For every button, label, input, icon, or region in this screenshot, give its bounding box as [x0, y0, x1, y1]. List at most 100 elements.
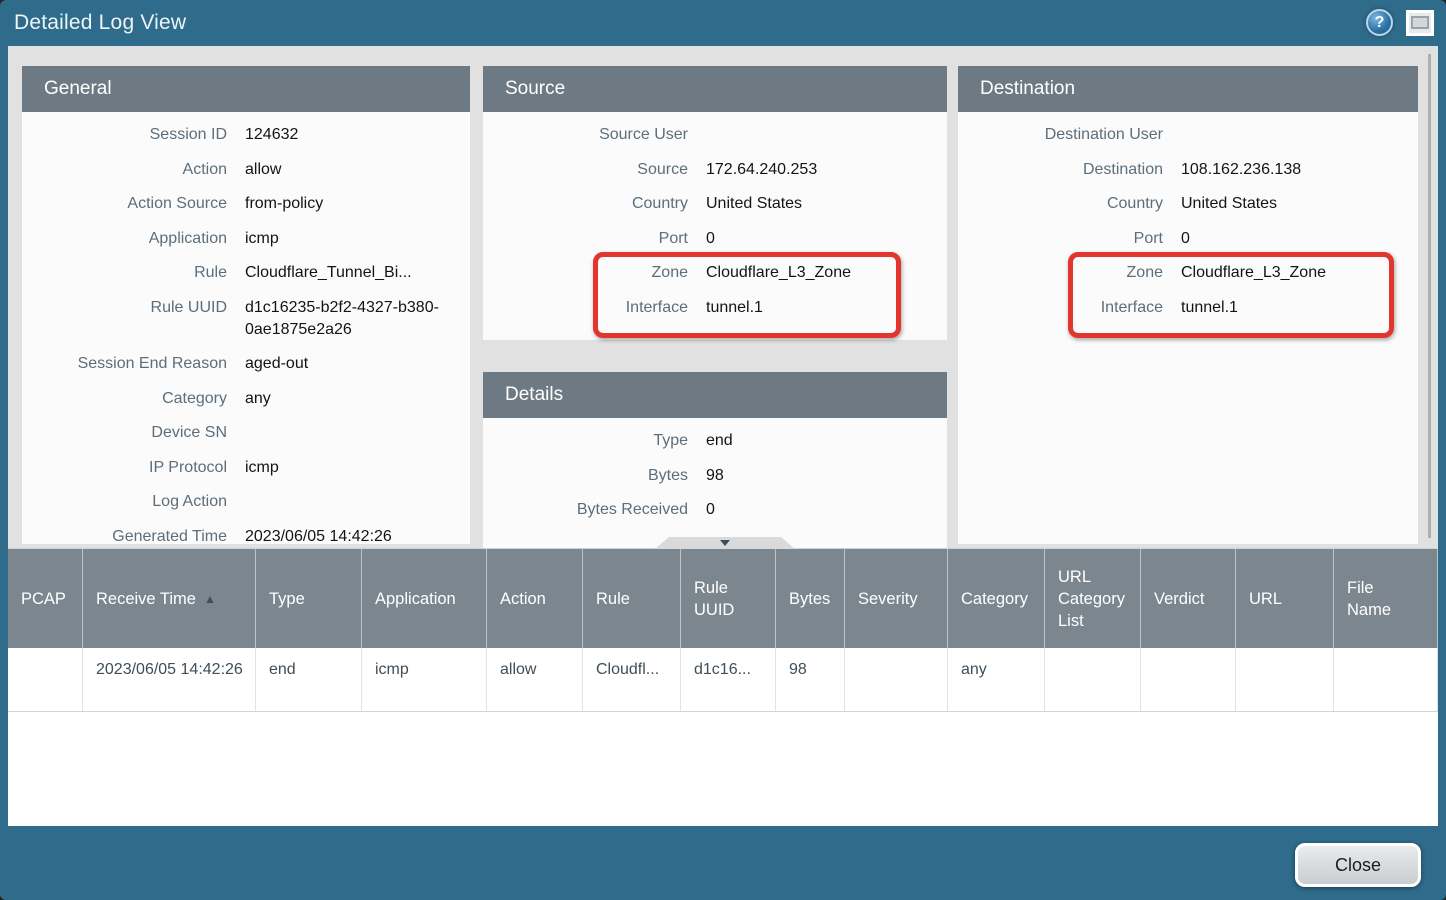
- field-value: allow: [245, 159, 470, 181]
- field-label: Device SN: [22, 422, 227, 444]
- column-header-pcap[interactable]: PCAP: [8, 549, 83, 648]
- title-bar: Detailed Log View ?: [0, 0, 1446, 46]
- column-header-bytes[interactable]: Bytes: [776, 549, 845, 648]
- column-label: Application: [375, 588, 456, 610]
- field-value: end: [706, 430, 947, 452]
- column-header-verdict[interactable]: Verdict: [1141, 549, 1236, 648]
- field-label: Zone: [483, 262, 688, 284]
- column-header-rule-uuid[interactable]: Rule UUID: [681, 549, 776, 648]
- field-row-port: Port 0: [958, 228, 1418, 250]
- dialog-title: Detailed Log View: [14, 11, 186, 35]
- panel-source-header: Source: [483, 66, 947, 112]
- cell-verdict: [1141, 648, 1236, 711]
- log-table: PCAP Receive Time▲ Type Application Acti…: [8, 548, 1438, 826]
- field-row-ip-protocol: IP Protocolicmp: [22, 457, 470, 479]
- field-label: Log Action: [22, 491, 227, 513]
- field-value: [245, 491, 470, 513]
- cell-url-category-list: [1045, 648, 1141, 711]
- field-row-destination-user: Destination User: [958, 124, 1418, 146]
- field-row-action-source: Action Sourcefrom-policy: [22, 193, 470, 215]
- field-value: 124632: [245, 124, 470, 146]
- restore-window-icon-inner: [1411, 16, 1429, 29]
- field-value: [706, 124, 947, 146]
- field-row-bytes-received: Bytes Received 0: [483, 499, 947, 521]
- panel-destination: Destination Destination User Destination…: [958, 66, 1418, 544]
- cell-application: icmp: [362, 648, 487, 711]
- field-value: [1181, 124, 1418, 146]
- help-icon[interactable]: ?: [1366, 9, 1393, 36]
- field-value: 0: [1181, 228, 1418, 250]
- panel-general-body: Session ID 124632 Actionallow Action Sour…: [22, 112, 470, 544]
- field-row-action: Actionallow: [22, 159, 470, 181]
- column-header-file-name[interactable]: File Name: [1334, 549, 1438, 648]
- field-row-destination: Destination108.162.236.138: [958, 159, 1418, 181]
- pane-splitter-handle[interactable]: [655, 537, 795, 549]
- column-header-type[interactable]: Type: [256, 549, 362, 648]
- panel-details: Details Typeend Bytes98 Bytes Received 0: [483, 372, 947, 548]
- field-value: d1c16235-b2f2-4327-b380-0ae1875e2a26: [245, 297, 470, 341]
- column-label: URL Category List: [1058, 566, 1132, 632]
- cell-rule: Cloudfl...: [583, 648, 681, 711]
- field-label: Interface: [958, 297, 1163, 319]
- field-label: Type: [483, 430, 688, 452]
- column-header-severity[interactable]: Severity: [845, 549, 948, 648]
- field-value: 108.162.236.138: [1181, 159, 1418, 181]
- field-label: Port: [958, 228, 1163, 250]
- table-row[interactable]: 2023/06/05 14:42:26 end icmp allow Cloud…: [8, 648, 1438, 712]
- column-label: PCAP: [21, 588, 66, 610]
- field-value: 0: [706, 499, 947, 521]
- panel-source: Source Source User Source172.64.240.253 …: [483, 66, 947, 340]
- field-value: 98: [706, 465, 947, 487]
- log-table-header: PCAP Receive Time▲ Type Application Acti…: [8, 548, 1438, 648]
- cell-category: any: [948, 648, 1045, 711]
- field-label: Country: [483, 193, 688, 215]
- field-value: [245, 422, 470, 444]
- field-label: Zone: [958, 262, 1163, 284]
- field-row-port: Port0: [483, 228, 947, 250]
- field-row-rule-uuid: Rule UUID d1c16235-b2f2-4327-b380-0ae1875…: [22, 297, 470, 341]
- help-glyph: ?: [1375, 14, 1385, 32]
- field-row-log-action: Log Action: [22, 491, 470, 513]
- cell-url: [1236, 648, 1334, 711]
- field-row-generated-time: Generated Time2023/06/05 14:42:26: [22, 526, 470, 545]
- field-label: Rule UUID: [22, 297, 227, 341]
- column-header-receive-time[interactable]: Receive Time▲: [83, 549, 256, 648]
- field-label: Session End Reason: [22, 353, 227, 375]
- field-row-source-user: Source User: [483, 124, 947, 146]
- field-row-session-id: Session ID 124632: [22, 124, 470, 146]
- cell-type: end: [256, 648, 362, 711]
- field-value: Cloudflare_Tunnel_Bi...: [245, 262, 470, 284]
- column-label: Rule: [596, 588, 630, 610]
- column-label: Bytes: [789, 588, 830, 610]
- column-label: Receive Time: [96, 588, 196, 610]
- panel-details-body: Typeend Bytes98 Bytes Received 0: [483, 418, 947, 521]
- restore-window-icon[interactable]: [1406, 10, 1434, 36]
- panel-general-header: General: [22, 66, 470, 112]
- field-value: aged-out: [245, 353, 470, 375]
- close-button[interactable]: Close: [1295, 843, 1421, 887]
- titlebar-icons: ?: [1366, 9, 1434, 36]
- field-label: Bytes Received: [483, 499, 688, 521]
- field-label: Generated Time: [22, 526, 227, 545]
- panels-scrollbar[interactable]: [1428, 54, 1431, 538]
- column-header-url[interactable]: URL: [1236, 549, 1334, 648]
- panel-details-header: Details: [483, 372, 947, 418]
- field-value: icmp: [245, 228, 470, 250]
- column-header-category[interactable]: Category: [948, 549, 1045, 648]
- panel-destination-body: Destination User Destination108.162.236.…: [958, 112, 1418, 319]
- column-header-url-category-list[interactable]: URL Category List: [1045, 549, 1141, 648]
- field-label: Source: [483, 159, 688, 181]
- field-row-country: CountryUnited States: [958, 193, 1418, 215]
- column-label: Rule UUID: [694, 577, 742, 621]
- field-label: Session ID: [22, 124, 227, 146]
- cell-pcap: [8, 648, 83, 711]
- field-value: from-policy: [245, 193, 470, 215]
- column-header-application[interactable]: Application: [362, 549, 487, 648]
- field-row-bytes: Bytes98: [483, 465, 947, 487]
- column-header-rule[interactable]: Rule: [583, 549, 681, 648]
- field-row-type: Typeend: [483, 430, 947, 452]
- field-value: any: [245, 388, 470, 410]
- column-label: Severity: [858, 588, 918, 610]
- field-label: Interface: [483, 297, 688, 319]
- column-header-action[interactable]: Action: [487, 549, 583, 648]
